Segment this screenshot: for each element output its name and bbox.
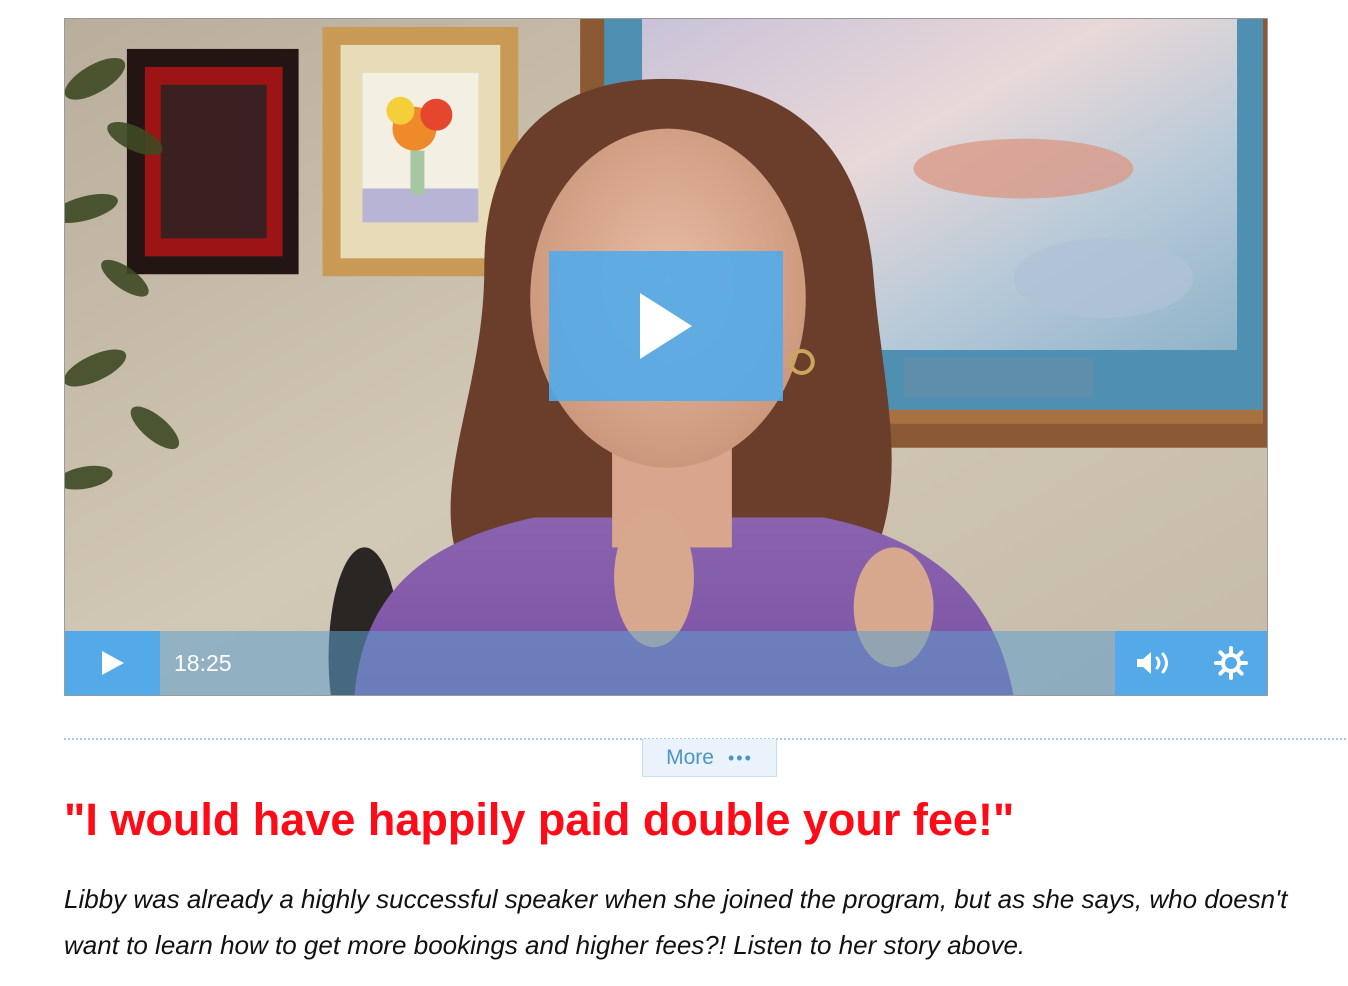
video-control-bar[interactable]: 18:25 xyxy=(65,631,1267,695)
volume-icon xyxy=(1136,652,1168,674)
control-right-group xyxy=(1115,631,1267,695)
page: 18:25 More ••• "I would have happily pai… xyxy=(0,0,1348,986)
control-play-button[interactable] xyxy=(65,631,160,695)
big-play-button[interactable] xyxy=(549,251,783,401)
video-player[interactable]: 18:25 xyxy=(64,18,1268,696)
play-icon xyxy=(101,651,124,675)
testimonial-description: Libby was already a highly successful sp… xyxy=(64,884,1288,960)
volume-button[interactable] xyxy=(1135,649,1175,677)
more-label: More xyxy=(666,745,714,769)
settings-button[interactable] xyxy=(1213,646,1248,680)
testimonial-headline: "I would have happily paid double your f… xyxy=(64,794,1015,845)
gear-icon xyxy=(1213,646,1248,680)
more-dots-icon: ••• xyxy=(727,747,753,768)
video-time: 18:25 xyxy=(174,650,232,676)
play-icon xyxy=(640,293,692,359)
progress-track[interactable] xyxy=(232,631,1115,695)
more-button[interactable]: More ••• xyxy=(642,739,777,777)
